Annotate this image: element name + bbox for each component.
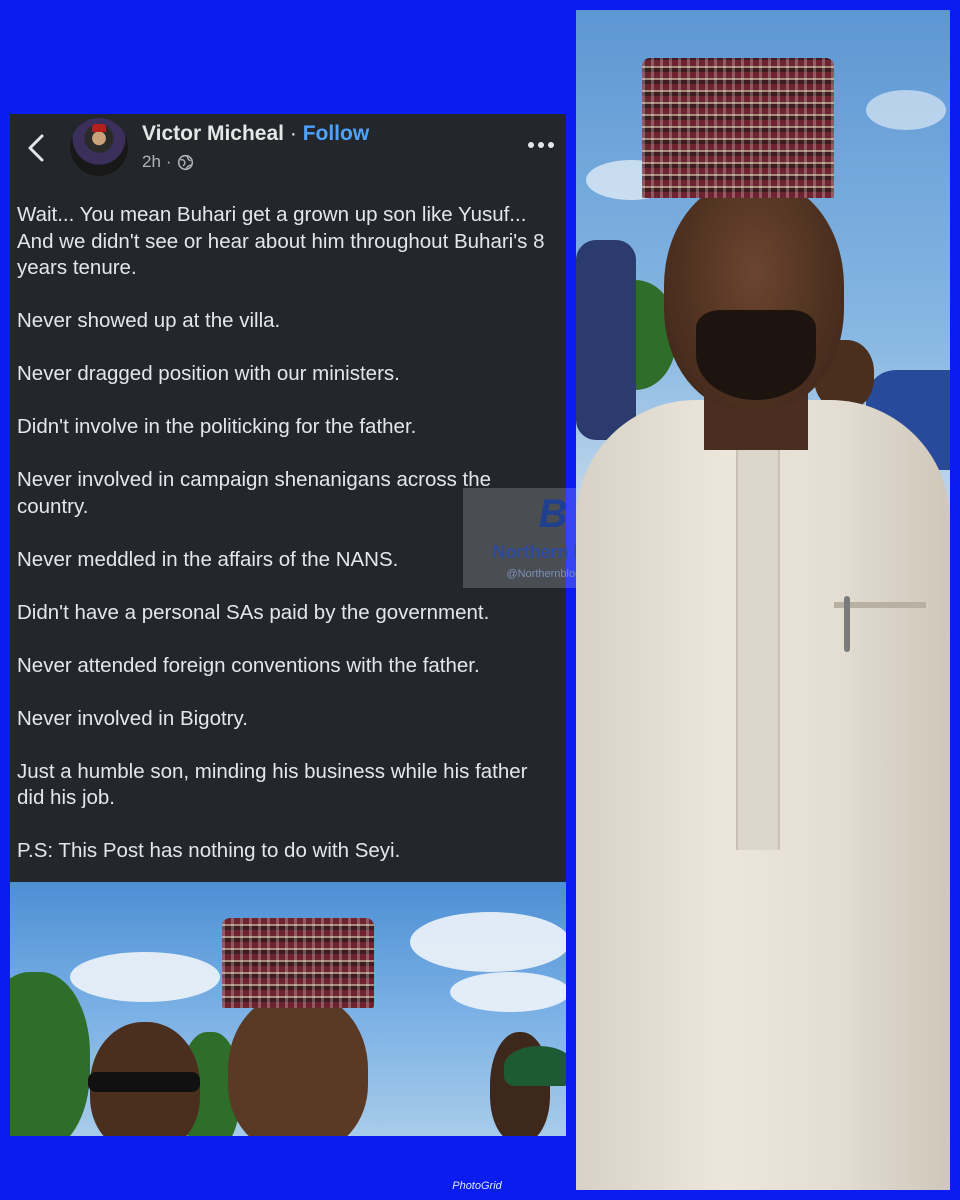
author-name[interactable]: Victor Micheal	[142, 122, 284, 145]
meta-separator: ·	[165, 152, 172, 171]
chevron-left-icon[interactable]	[24, 132, 48, 164]
watermark-logo: B	[538, 492, 568, 536]
avatar[interactable]	[70, 118, 128, 176]
post-photo[interactable]	[10, 882, 566, 1136]
main-photo	[576, 10, 950, 1190]
more-horizontal-icon[interactable]	[526, 140, 556, 150]
post-paragraph: Never dragged position with our minister…	[17, 362, 400, 385]
post-card: Victor Micheal · Follow 2h · Wait... You…	[10, 114, 566, 1136]
post-paragraph: Never showed up at the villa.	[17, 309, 281, 332]
post-paragraph: Just a humble son, minding his business …	[17, 759, 528, 810]
separator: ·	[289, 122, 297, 145]
pen-icon	[844, 596, 850, 652]
post-paragraph: Never attended foreign conventions with …	[17, 653, 480, 677]
cap	[642, 58, 834, 198]
post-paragraph: Never involved in Bigotry.	[17, 706, 248, 730]
post-paragraph: P.S: This Post has nothing to do with Se…	[17, 839, 401, 862]
post-header: Victor Micheal · Follow 2h ·	[10, 114, 566, 184]
post-paragraph: Didn't have a personal SAs paid by the g…	[17, 600, 490, 624]
post-time[interactable]: 2h	[142, 152, 161, 172]
author-line: Victor Micheal · Follow	[142, 122, 369, 146]
post-paragraph: Didn't involve in the politicking for th…	[17, 415, 417, 438]
follow-button[interactable]: Follow	[303, 122, 370, 145]
post-meta: 2h ·	[142, 152, 194, 172]
photogrid-credit: PhotoGrid	[452, 1180, 502, 1192]
post-paragraph: Wait... You mean Buhari get a grown up s…	[17, 203, 545, 279]
globe-icon	[177, 154, 193, 170]
